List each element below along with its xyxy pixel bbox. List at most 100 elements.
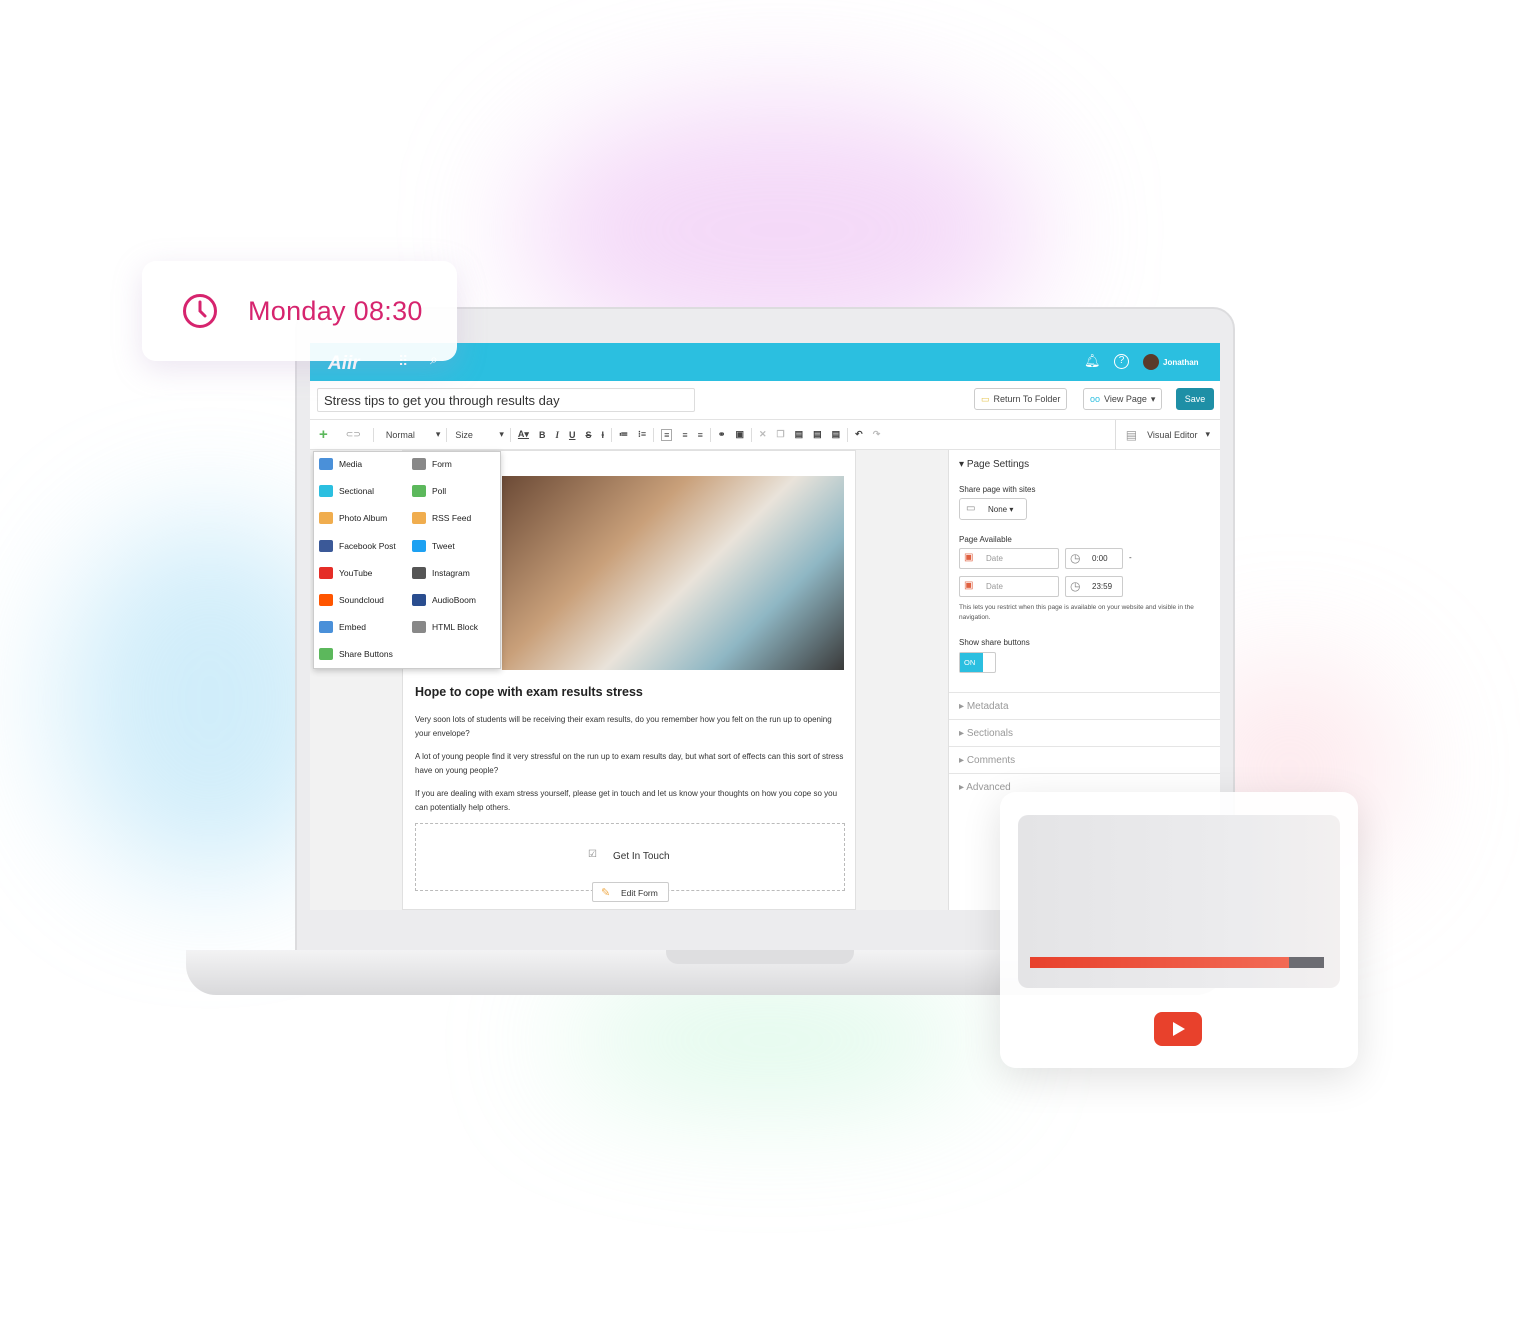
ordered-list-icon[interactable]: ≔ xyxy=(619,429,628,440)
end-time: 23:59 xyxy=(1092,582,1113,591)
view-page-label: View Page xyxy=(1104,394,1147,404)
insert-menu-item[interactable]: YouTube xyxy=(319,566,373,579)
video-progress-bar[interactable] xyxy=(1030,957,1324,968)
insert-menu-label: Sectional xyxy=(339,486,374,497)
return-to-folder-button[interactable]: ▭ Return To Folder xyxy=(974,388,1068,410)
rss-icon xyxy=(412,512,426,525)
youtube-play-icon[interactable] xyxy=(1154,1012,1202,1046)
redo-icon[interactable]: ↷ xyxy=(873,429,881,440)
start-time-input[interactable]: ◷ 0:00 xyxy=(1065,548,1123,569)
share-value: None xyxy=(988,505,1008,514)
insert-menu-item[interactable]: Form xyxy=(412,458,452,470)
section-metadata[interactable]: ▸ Metadata xyxy=(949,692,1220,719)
insert-menu-item[interactable]: Sectional xyxy=(319,485,374,498)
insert-menu-item[interactable]: RSS Feed xyxy=(412,512,471,525)
insert-menu-item[interactable]: Instagram xyxy=(412,566,470,579)
help-icon[interactable]: ? xyxy=(1114,354,1129,369)
insert-menu-label: Form xyxy=(432,459,452,469)
save-button[interactable]: Save xyxy=(1176,388,1214,410)
page-title-input[interactable]: Stress tips to get you through results d… xyxy=(317,388,695,412)
article-paragraph[interactable]: A lot of young people find it very stres… xyxy=(415,750,845,778)
end-date-input[interactable]: ▣ Date xyxy=(959,576,1059,597)
editor-mode-select[interactable]: Visual Editor xyxy=(1147,430,1197,440)
view-page-button[interactable]: oo View Page ▾ xyxy=(1083,388,1163,410)
avatar[interactable] xyxy=(1143,354,1159,370)
insert-menu-item[interactable]: Photo Album xyxy=(319,512,387,525)
clock-icon xyxy=(183,294,217,328)
edit-form-button[interactable]: ✎ Edit Form xyxy=(592,882,669,902)
share-buttons-toggle[interactable]: ON xyxy=(959,652,996,673)
share-label: Share page with sites xyxy=(959,485,1036,494)
section-label: Metadata xyxy=(966,701,1009,712)
page-settings-title: Page Settings xyxy=(966,459,1030,470)
document-icon: ▤ xyxy=(1125,427,1138,442)
section-sectionals[interactable]: ▸ Sectionals xyxy=(949,719,1220,746)
image-icon[interactable]: ▣ xyxy=(735,429,744,440)
text-color-button[interactable]: A▾ xyxy=(518,429,529,440)
article-paragraph[interactable]: If you are dealing with exam stress your… xyxy=(415,787,845,815)
cut-icon[interactable]: ✕ xyxy=(759,429,767,440)
article-image[interactable] xyxy=(502,476,844,670)
size-select[interactable]: Size xyxy=(455,430,499,440)
glasses-icon: oo xyxy=(1090,394,1101,404)
start-date-input[interactable]: ▣ Date xyxy=(959,548,1059,569)
soundcloud-icon xyxy=(319,594,333,606)
instagram-icon xyxy=(412,566,426,579)
end-time-input[interactable]: ◷ 23:59 xyxy=(1065,576,1123,597)
insert-menu-label: YouTube xyxy=(339,567,373,578)
paste-text-icon[interactable]: ▤ xyxy=(813,429,822,440)
insert-menu-item[interactable]: AudioBoom xyxy=(412,594,476,606)
bullet-list-icon[interactable]: ⁝≡ xyxy=(638,429,646,440)
insert-menu-item[interactable]: Poll xyxy=(412,485,447,498)
italic-button[interactable]: I xyxy=(555,430,559,440)
clock-icon: ◷ xyxy=(1070,579,1081,593)
insert-menu-label: Poll xyxy=(432,486,447,497)
insert-menu-label: Instagram xyxy=(432,567,470,578)
copy-icon[interactable]: ❐ xyxy=(777,429,785,440)
share-buttons-label: Show share buttons xyxy=(959,638,1030,647)
insert-menu-item[interactable]: HTML Block xyxy=(412,621,478,634)
insert-plus-icon[interactable]: + xyxy=(319,426,328,443)
insert-menu: Media Form Sectional Poll Photo Album RSS Fee… xyxy=(313,451,501,669)
caret-down-icon: ▾ xyxy=(1150,393,1156,404)
page-settings-header[interactable]: ▾ Page Settings xyxy=(959,459,1029,470)
align-right-icon[interactable]: ≡ xyxy=(698,430,703,440)
underline-button[interactable]: U xyxy=(569,430,576,440)
paste-word-icon[interactable]: ▤ xyxy=(832,429,841,440)
insert-menu-item[interactable]: Tweet xyxy=(412,539,455,552)
clear-format-icon[interactable]: Ɨ xyxy=(601,430,604,440)
start-date-placeholder: Date xyxy=(986,554,1003,563)
paste-icon[interactable]: ▤ xyxy=(795,429,804,440)
time-separator: - xyxy=(1129,553,1132,562)
editor-toolbar: + ⊂⊃ Normal ▾ Size ▾ A▾ B I U S Ɨ ≔ ⁝≡ ≡ ≡ ≡ … xyxy=(310,419,1220,450)
insert-menu-item[interactable]: Media xyxy=(319,458,362,470)
link-icon[interactable]: ⚭ xyxy=(718,429,726,440)
undo-icon[interactable]: ↶ xyxy=(855,429,863,440)
insert-menu-label: AudioBoom xyxy=(432,595,476,605)
form-block-label: Get In Touch xyxy=(613,851,670,862)
bold-button[interactable]: B xyxy=(539,430,546,440)
section-comments[interactable]: ▸ Comments xyxy=(949,746,1220,773)
insert-menu-label: HTML Block xyxy=(432,622,478,633)
align-center-icon[interactable]: ≡ xyxy=(682,430,687,440)
youtube-icon xyxy=(319,566,333,579)
video-card xyxy=(1000,792,1358,1068)
insert-menu-item[interactable]: Soundcloud xyxy=(319,594,384,606)
bell-icon[interactable]: 🔔︎ xyxy=(1084,353,1101,369)
article-heading[interactable]: Hope to cope with exam results stress xyxy=(415,685,643,699)
insert-menu-item[interactable]: Share Buttons xyxy=(319,648,393,661)
strike-button[interactable]: S xyxy=(585,430,591,440)
article-paragraph[interactable]: Very soon lots of students will be recei… xyxy=(415,713,845,741)
align-left-icon[interactable]: ≡ xyxy=(661,428,673,441)
insert-menu-item[interactable]: Embed xyxy=(319,621,366,634)
format-select[interactable]: Normal xyxy=(386,430,436,440)
video-player[interactable] xyxy=(1018,815,1340,988)
share-icon xyxy=(319,648,333,661)
link-block-icon[interactable]: ⊂⊃ xyxy=(346,429,361,440)
user-name[interactable]: Jonathan xyxy=(1163,358,1199,367)
share-sites-select[interactable]: ▭ None ▾ xyxy=(959,498,1027,520)
form-block[interactable]: ☑ Get In Touch ✎ Edit Form xyxy=(415,823,845,902)
insert-menu-item[interactable]: Facebook Post xyxy=(319,539,396,552)
embed-icon xyxy=(319,621,333,634)
audioboom-icon xyxy=(412,594,426,606)
